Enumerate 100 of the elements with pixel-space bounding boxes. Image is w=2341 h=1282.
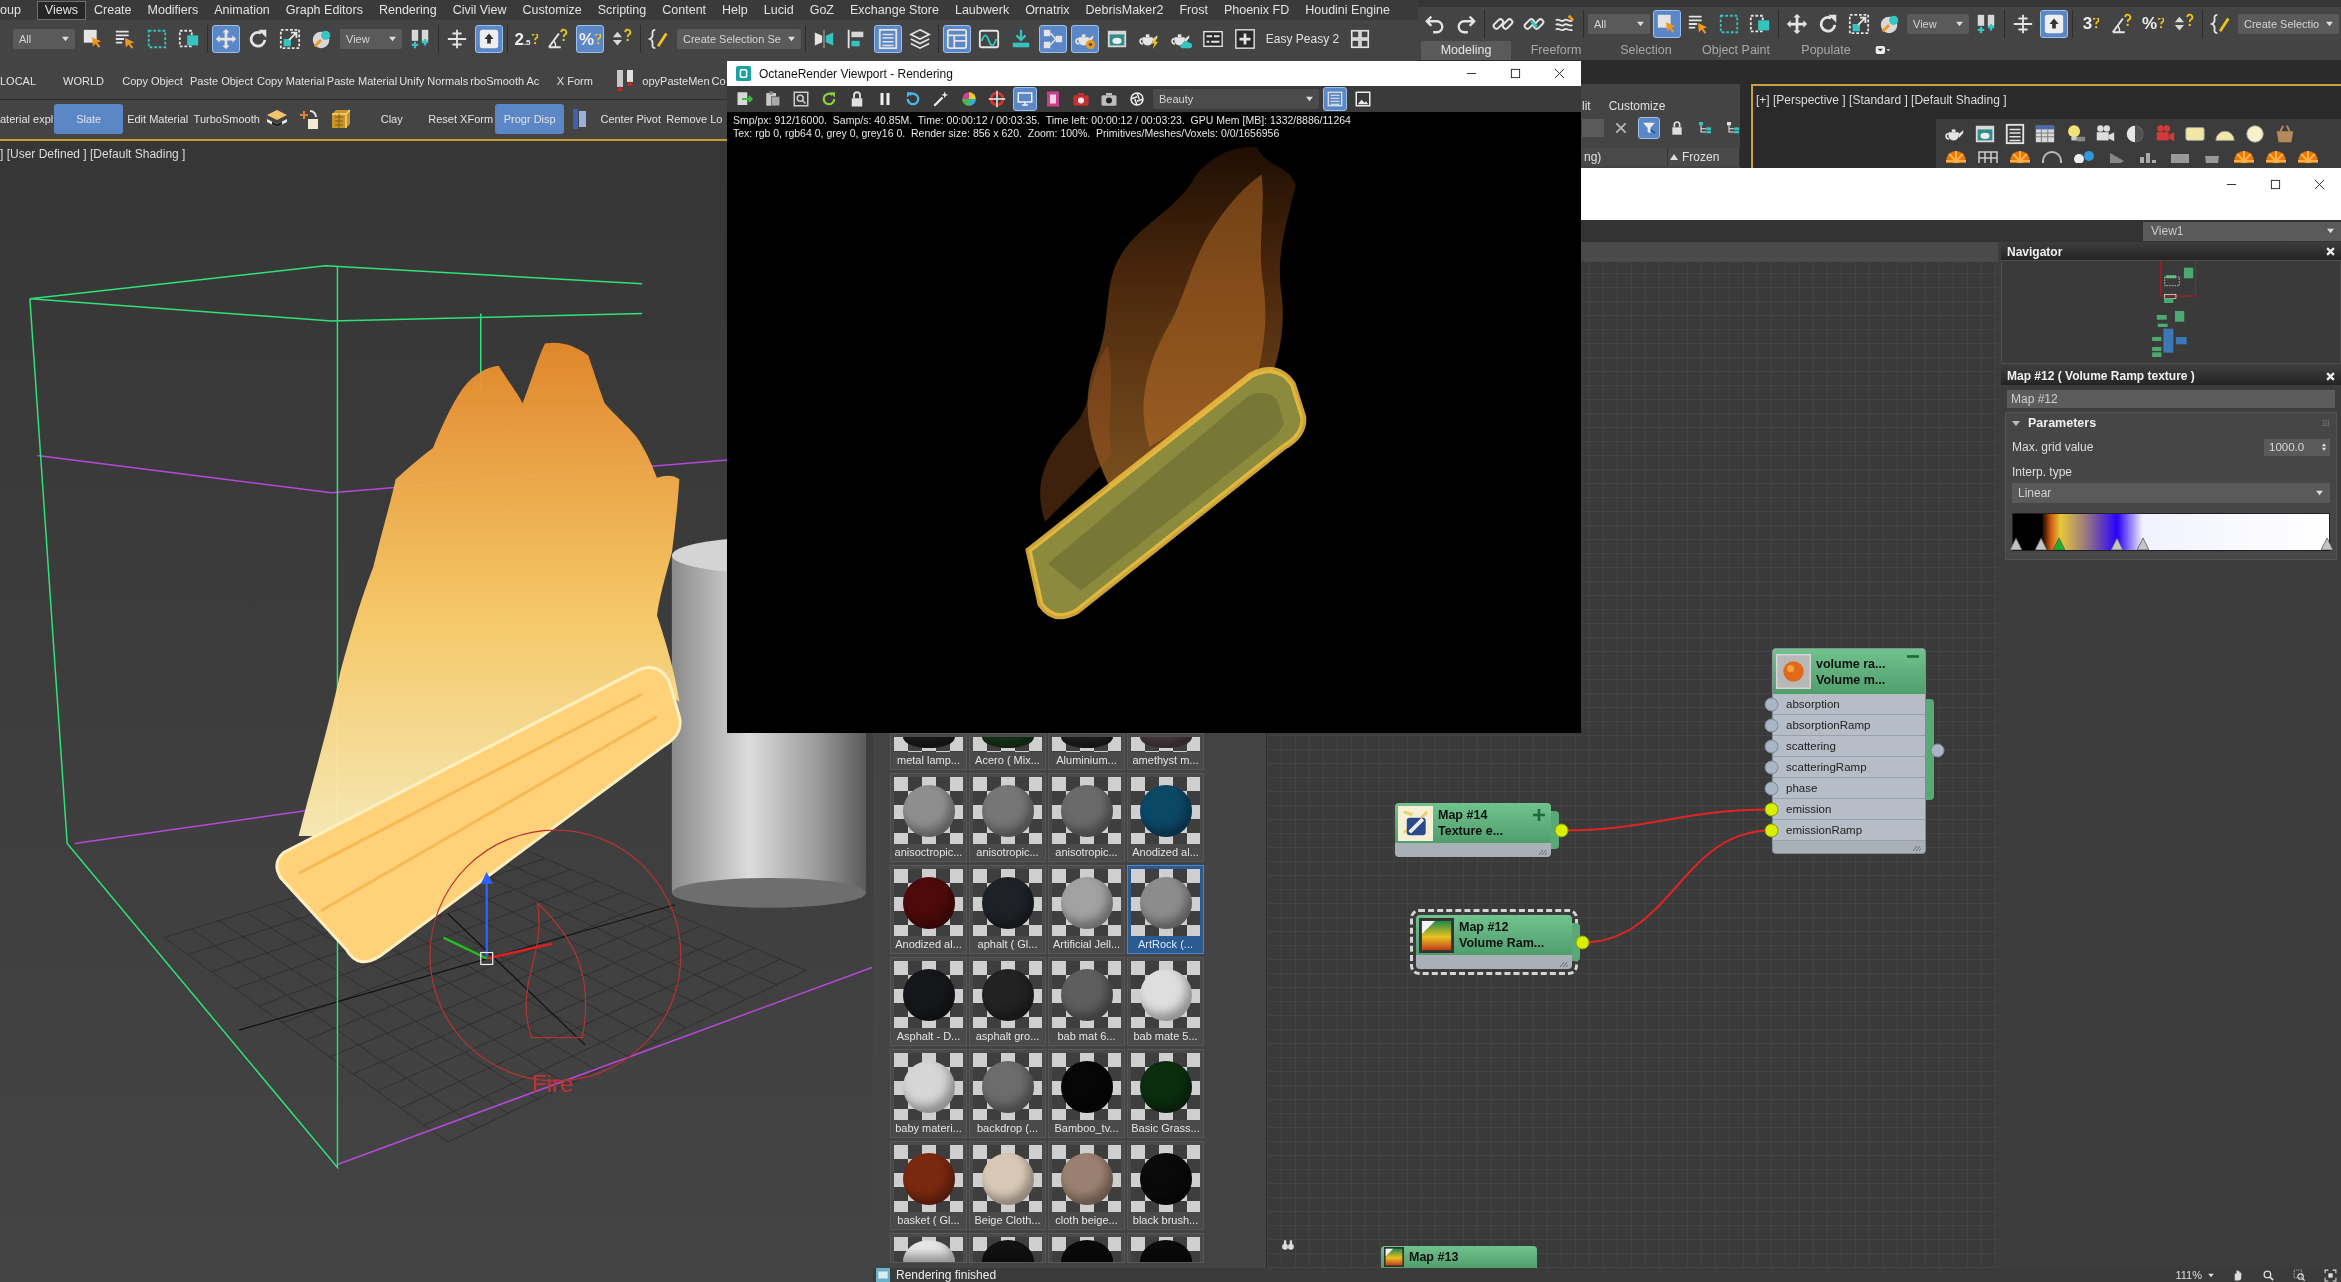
menu-item[interactable]: oup bbox=[0, 0, 29, 20]
teapot-gear-button[interactable] bbox=[1070, 25, 1099, 53]
sphere-light-icon[interactable] bbox=[2244, 123, 2266, 145]
input-port-icon[interactable] bbox=[1764, 802, 1779, 817]
material-tile[interactable]: Basic Grass... bbox=[1127, 1049, 1204, 1138]
menu-item[interactable]: Houdini Engine bbox=[1297, 0, 1398, 20]
material-tile[interactable]: bab mate 5... bbox=[1127, 957, 1204, 1046]
macro-button[interactable]: opyPasteMen bbox=[641, 66, 711, 96]
macro-button[interactable]: Remove Lo bbox=[665, 104, 724, 134]
material-tile[interactable]: ArtRock (... bbox=[1127, 865, 1204, 954]
ring-icon[interactable] bbox=[2040, 149, 2064, 163]
search-field[interactable] bbox=[1582, 119, 1604, 137]
menu-item[interactable]: Scripting bbox=[589, 0, 655, 20]
input-port-icon[interactable] bbox=[1764, 823, 1779, 838]
input-port-icon[interactable] bbox=[1764, 718, 1779, 733]
macro-button[interactable]: WORLD bbox=[49, 66, 118, 96]
snap-toggle-button[interactable]: % bbox=[2139, 9, 2167, 38]
macro-button[interactable]: Copy Object bbox=[118, 66, 187, 96]
material-tile[interactable]: asphalt gro... bbox=[969, 957, 1046, 1046]
ribbon-tab[interactable]: Freeform bbox=[1511, 40, 1601, 60]
macro-button[interactable]: Center Pivot bbox=[596, 104, 666, 134]
output-port-icon[interactable] bbox=[1554, 823, 1569, 838]
input-port-icon[interactable] bbox=[1764, 739, 1779, 754]
material-tile[interactable] bbox=[1127, 1233, 1204, 1263]
material-tile[interactable]: black brush... bbox=[1127, 1141, 1204, 1230]
macro-button[interactable]: TurboSmooth bbox=[192, 104, 262, 134]
menu-item[interactable]: Help bbox=[714, 0, 756, 20]
material-tile[interactable]: anisoctropic... bbox=[890, 773, 967, 862]
dropdown[interactable]: Beauty bbox=[1153, 89, 1319, 109]
material-tile[interactable]: Anodized al... bbox=[1127, 773, 1204, 862]
macro-button[interactable]: rboSmooth Ac bbox=[469, 66, 541, 96]
menu-item[interactable]: GoZ bbox=[801, 0, 842, 20]
funnel-button[interactable] bbox=[1638, 117, 1660, 139]
render-window-icon[interactable] bbox=[1974, 123, 1996, 145]
map-node[interactable]: Map #13 bbox=[1381, 1246, 1537, 1268]
material-tile[interactable]: Asphalt - D... bbox=[890, 957, 967, 1046]
macro-button[interactable]: Paste Material bbox=[325, 66, 399, 96]
macro-button[interactable]: aterial expl bbox=[0, 104, 55, 134]
material-tile[interactable]: aphalt ( Gl... bbox=[969, 865, 1046, 954]
output-port-icon[interactable] bbox=[1575, 935, 1590, 950]
macro-button[interactable]: Edit Material bbox=[123, 104, 193, 134]
material-tile[interactable]: baby materi... bbox=[890, 1049, 967, 1138]
material-tile[interactable] bbox=[890, 1233, 967, 1263]
plus-icon[interactable] bbox=[1533, 809, 1545, 821]
material-tile[interactable]: backdrop (... bbox=[969, 1049, 1046, 1138]
material-tile[interactable]: Anodized al... bbox=[890, 865, 967, 954]
zoom-region-icon[interactable] bbox=[2293, 1268, 2306, 1282]
material-tile[interactable]: metal lamp... bbox=[890, 733, 967, 770]
ramp-flag-icon[interactable] bbox=[2010, 538, 2023, 550]
menu-item[interactable]: Exchange Store bbox=[842, 0, 947, 20]
menu-item[interactable]: Customize bbox=[514, 0, 590, 20]
ribbon-tab[interactable]: Populate bbox=[1781, 40, 1871, 60]
menu-item[interactable]: Lucid bbox=[755, 0, 802, 20]
menu-item[interactable]: DebrisMaker2 bbox=[1077, 0, 1172, 20]
view-dropdown[interactable]: View1 bbox=[2143, 221, 2341, 241]
menu-item[interactable]: Ornatrix bbox=[1017, 0, 1078, 20]
list-table-icon[interactable] bbox=[2004, 123, 2026, 145]
material-tile[interactable]: Artificial Jell... bbox=[1048, 865, 1125, 954]
input-port-icon[interactable] bbox=[1764, 760, 1779, 775]
dropdown[interactable]: All bbox=[1588, 13, 1650, 34]
basket-icon[interactable] bbox=[2274, 123, 2296, 145]
material-tile[interactable]: anisotropic... bbox=[1048, 773, 1125, 862]
menu-item[interactable]: Views bbox=[36, 0, 86, 20]
macro-button[interactable]: Clay bbox=[357, 104, 427, 134]
macro-button[interactable]: Paste Object bbox=[187, 66, 256, 96]
monitor-button[interactable] bbox=[1013, 87, 1037, 111]
menu-item[interactable]: lit bbox=[1582, 99, 1591, 113]
menu-item[interactable]: Content bbox=[654, 0, 715, 20]
menu-item[interactable]: Modifiers bbox=[139, 0, 207, 20]
output-port-icon[interactable] bbox=[1930, 743, 1945, 758]
collapse-triangle-icon[interactable] bbox=[2012, 419, 2020, 427]
list-table-button[interactable] bbox=[873, 25, 902, 53]
input-port-icon[interactable] bbox=[1764, 697, 1779, 712]
grid-icon[interactable] bbox=[1976, 149, 2000, 163]
column-header[interactable]: ng) bbox=[1582, 148, 1668, 166]
panel-layout-button[interactable] bbox=[942, 25, 971, 53]
macro-button[interactable]: Co bbox=[710, 66, 727, 96]
cursor-square-button[interactable] bbox=[1653, 9, 1681, 38]
material-node[interactable]: volume ra... Volume m... absorption absorptionRamp scattering scatteringRamp phase emission emissionRamp bbox=[1772, 648, 1926, 854]
gradient-ramp[interactable] bbox=[2012, 513, 2330, 551]
material-tile[interactable]: Aluminium... bbox=[1048, 733, 1125, 770]
material-tile[interactable]: bab mat 6... bbox=[1048, 957, 1125, 1046]
ramp-flag-icon[interactable] bbox=[2321, 538, 2334, 550]
map-node[interactable]: Map #12 Volume Ram... bbox=[1410, 909, 1578, 975]
menu-item[interactable]: Frost bbox=[1171, 0, 1216, 20]
snap-toggle-button[interactable]: 3 bbox=[2077, 9, 2105, 38]
name-field[interactable]: Map #12 bbox=[2007, 390, 2335, 408]
macro-button[interactable]: Copy Material bbox=[256, 66, 326, 96]
ribbon-tab[interactable]: Modeling bbox=[1421, 40, 1511, 60]
frame-view-icon[interactable] bbox=[2324, 1268, 2337, 1282]
menu-item[interactable]: Graph Editors bbox=[277, 0, 371, 20]
map-node[interactable]: Map #14 Texture e... bbox=[1395, 803, 1551, 857]
menu-item[interactable]: Laubwerk bbox=[946, 0, 1018, 20]
binoculars-icon[interactable] bbox=[1281, 1238, 1295, 1252]
material-tile[interactable]: Acero ( Mix... bbox=[969, 733, 1046, 770]
node-graph-button[interactable] bbox=[1038, 25, 1067, 53]
ribbon-tab[interactable]: Object Paint bbox=[1691, 40, 1781, 60]
material-tile[interactable]: Beige Cloth... bbox=[969, 1141, 1046, 1230]
two-balls-icon[interactable] bbox=[2072, 149, 2096, 163]
material-tile[interactable]: anisotropic... bbox=[969, 773, 1046, 862]
